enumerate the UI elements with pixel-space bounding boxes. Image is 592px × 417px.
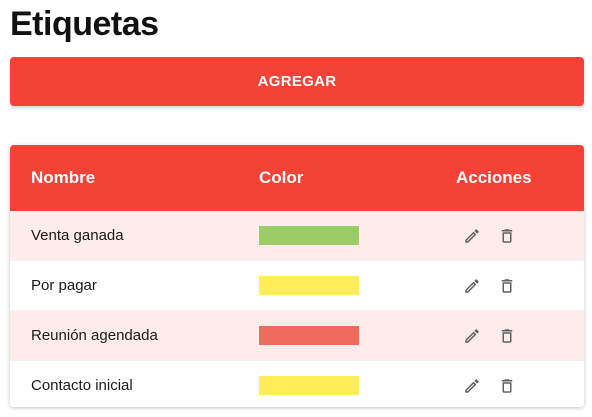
trash-icon — [501, 229, 513, 243]
edit-button[interactable] — [461, 325, 483, 347]
edit-button[interactable] — [461, 225, 483, 247]
tag-name: Venta ganada — [31, 227, 124, 244]
delete-button[interactable] — [496, 325, 518, 347]
header-actions: Acciones — [456, 168, 532, 187]
header-name: Nombre — [31, 168, 96, 187]
table-row: Por pagar — [10, 260, 584, 311]
tags-table: Nombre Color Acciones Venta ganada Por p… — [10, 145, 584, 407]
pencil-icon — [465, 229, 479, 243]
table-row: Venta ganada — [10, 211, 584, 260]
tag-name: Por pagar — [31, 277, 97, 294]
table-header: Nombre Color Acciones — [10, 145, 584, 211]
color-swatch — [259, 226, 359, 245]
tags-page: Etiquetas AGREGAR Nombre Color Acciones … — [0, 0, 592, 417]
delete-button[interactable] — [496, 275, 518, 297]
edit-button[interactable] — [461, 275, 483, 297]
trash-icon — [501, 329, 513, 343]
table-row: Reunión agendada — [10, 311, 584, 360]
add-tag-button[interactable]: AGREGAR — [10, 57, 584, 106]
color-swatch — [259, 376, 359, 395]
trash-icon — [501, 279, 513, 293]
header-color: Color — [259, 168, 304, 187]
pencil-icon — [465, 379, 479, 393]
pencil-icon — [465, 329, 479, 343]
edit-button[interactable] — [461, 375, 483, 397]
color-swatch — [259, 276, 359, 295]
delete-button[interactable] — [496, 375, 518, 397]
tag-name: Contacto inicial — [31, 377, 133, 394]
color-swatch — [259, 326, 359, 345]
pencil-icon — [465, 279, 479, 293]
page-title: Etiquetas — [10, 5, 159, 43]
delete-button[interactable] — [496, 225, 518, 247]
table-row: Contacto inicial — [10, 360, 584, 407]
tag-name: Reunión agendada — [31, 327, 158, 344]
trash-icon — [501, 379, 513, 393]
